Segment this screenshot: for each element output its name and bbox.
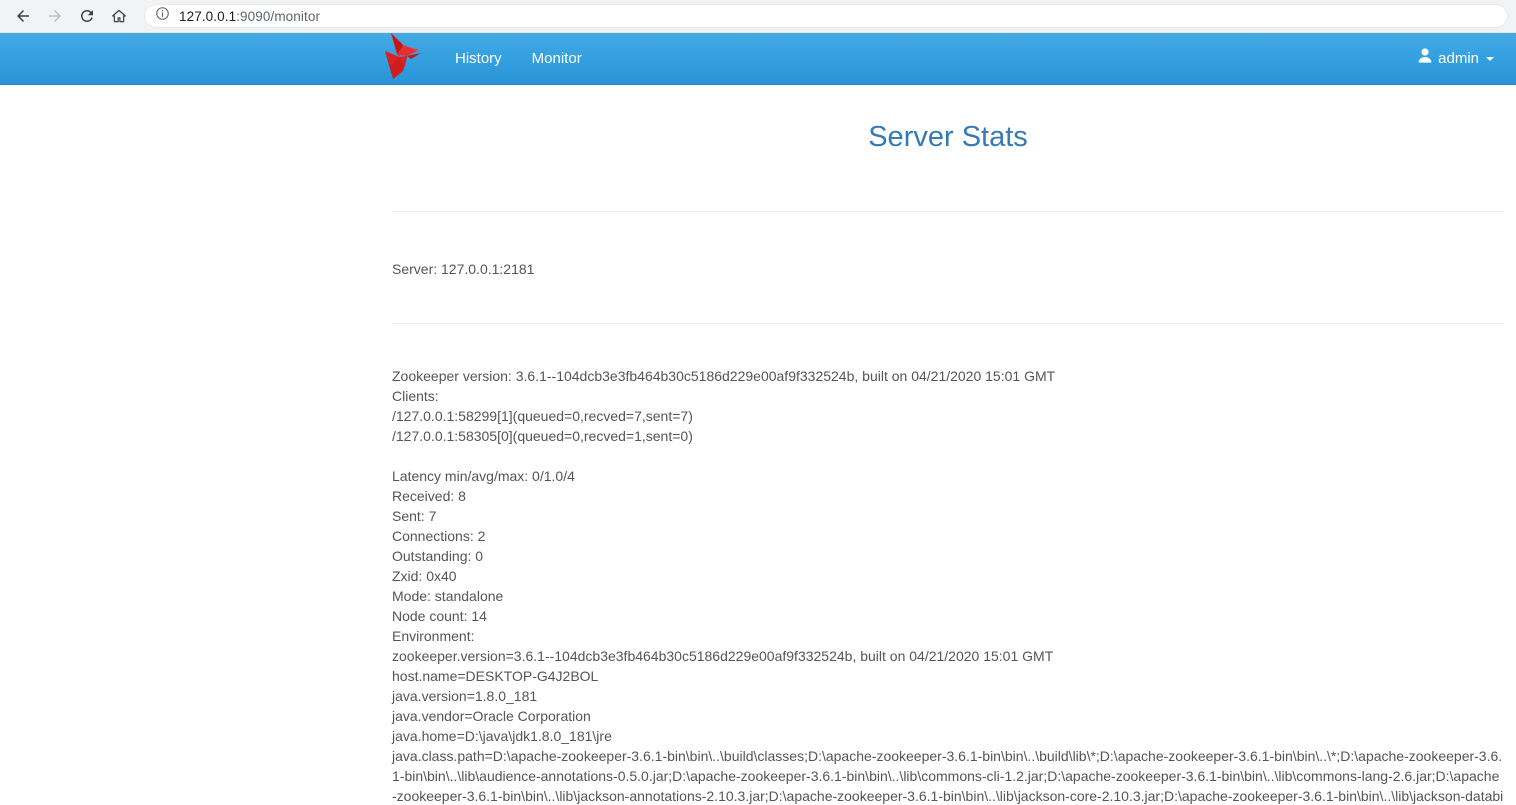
user-menu[interactable]: admin	[1412, 33, 1500, 85]
nav-link-history[interactable]: History	[440, 33, 517, 85]
page-content: Server Stats Server: 127.0.0.1:2181 Zook…	[0, 85, 1516, 805]
url-host: 127.0.0.1	[179, 8, 237, 24]
url-path: :9090/monitor	[236, 8, 321, 24]
navbar-right: admin	[1412, 33, 1506, 84]
zookeeper-bird-logo-icon	[377, 31, 433, 83]
reload-button[interactable]	[72, 1, 102, 31]
home-button[interactable]	[104, 1, 134, 31]
back-arrow-icon	[14, 7, 32, 25]
nav-links: History Monitor	[440, 33, 597, 84]
address-bar[interactable]: 127.0.0.1:9090/monitor	[144, 4, 1508, 28]
app-navbar: History Monitor admin	[0, 33, 1516, 85]
forward-button[interactable]	[40, 1, 70, 31]
brand-logo[interactable]	[377, 31, 433, 83]
content-container: Server Stats Server: 127.0.0.1:2181 Zook…	[392, 85, 1504, 805]
site-info-icon[interactable]	[155, 6, 170, 26]
caret-down-icon	[1486, 56, 1494, 61]
browser-chrome: 127.0.0.1:9090/monitor	[0, 0, 1516, 33]
reload-icon	[78, 7, 96, 25]
home-icon	[110, 7, 128, 25]
back-button[interactable]	[8, 1, 38, 31]
server-label: Server: 127.0.0.1:2181	[392, 260, 535, 277]
user-menu-label: admin	[1438, 49, 1479, 67]
user-icon	[1418, 33, 1432, 85]
forward-arrow-icon	[46, 7, 64, 25]
url-text: 127.0.0.1:9090/monitor	[179, 9, 320, 24]
server-stats-text: Zookeeper version: 3.6.1--104dcb3e3fb464…	[392, 368, 1504, 805]
page-title: Server Stats	[868, 121, 1028, 153]
nav-link-monitor[interactable]: Monitor	[517, 33, 597, 85]
